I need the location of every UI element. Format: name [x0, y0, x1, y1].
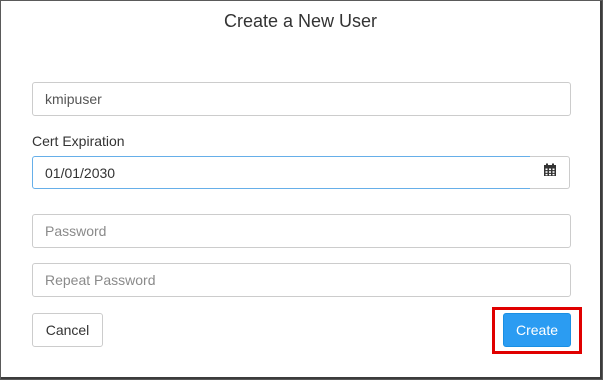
dialog-title: Create a New User [223, 11, 378, 31]
create-user-dialog: Create a New User Cert Expiration Cance [1, 1, 602, 379]
create-button[interactable]: Create [503, 313, 571, 347]
calendar-button[interactable] [530, 156, 570, 189]
username-input[interactable] [32, 82, 571, 116]
repeat-password-input[interactable] [32, 263, 571, 297]
cert-expiration-label: Cert Expiration [32, 133, 125, 149]
cert-expiration-input[interactable] [32, 156, 531, 189]
password-input[interactable] [32, 214, 571, 248]
calendar-icon [543, 163, 557, 182]
cancel-button[interactable]: Cancel [32, 313, 103, 347]
